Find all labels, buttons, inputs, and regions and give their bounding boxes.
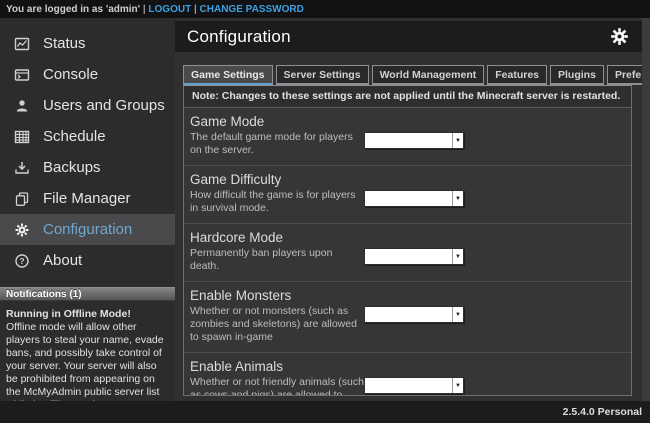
tab-world-management[interactable]: World Management	[372, 65, 485, 85]
setting-row-game-mode: Game Mode The default game mode for play…	[184, 108, 631, 166]
main-panel: Configuration Game Settings Server Setti…	[175, 18, 650, 401]
select-value	[365, 133, 452, 148]
setting-name: Game Mode	[190, 114, 621, 129]
setting-description: Whether or not monsters (such as zombies…	[190, 305, 364, 344]
notifications-header: Notifications (1)	[0, 287, 175, 301]
sidebar-item-label: Status	[43, 35, 86, 52]
logout-link[interactable]: LOGOUT	[148, 4, 191, 15]
setting-name: Hardcore Mode	[190, 230, 621, 245]
notification-item: Running in Offline Mode! Offline mode wi…	[0, 301, 175, 401]
settings-gear-icon[interactable]	[610, 27, 629, 46]
question-icon: ?	[14, 253, 30, 269]
sidebar-item-console[interactable]: Console	[0, 59, 175, 90]
chevron-down-icon: ▼	[452, 378, 463, 393]
setting-name: Game Difficulty	[190, 172, 621, 187]
content-area: Status Console Users and Groups	[0, 18, 650, 401]
console-icon	[14, 67, 30, 83]
select-value	[365, 307, 452, 322]
sidebar-menu: Status Console Users and Groups	[0, 18, 175, 276]
version-label: 2.5.4.0 Personal	[563, 406, 642, 418]
config-tabs: Game Settings Server Settings World Mana…	[183, 65, 632, 85]
setting-description: The default game mode for players on the…	[190, 131, 364, 157]
select-value	[365, 191, 452, 206]
sidebar-item-configuration[interactable]: Configuration	[0, 214, 175, 245]
setting-description: How difficult the game is for players in…	[190, 189, 364, 215]
restart-note: Note: Changes to these settings are not …	[184, 86, 631, 108]
setting-row-hardcore-mode: Hardcore Mode Permanently ban players up…	[184, 224, 631, 282]
sidebar-item-label: Users and Groups	[43, 97, 165, 114]
sidebar-item-label: Configuration	[43, 221, 132, 238]
setting-name: Enable Monsters	[190, 288, 621, 303]
scrollbar-track[interactable]	[642, 18, 650, 401]
sidebar-item-status[interactable]: Status	[0, 28, 175, 59]
notification-text: Offline mode will allow other players to…	[6, 321, 169, 401]
sidebar-item-label: Schedule	[43, 128, 106, 145]
page-header: Configuration	[175, 21, 642, 52]
sidebar-item-users-and-groups[interactable]: Users and Groups	[0, 90, 175, 121]
hardcore-mode-select[interactable]: ▼	[364, 248, 464, 265]
sidebar-item-label: File Manager	[43, 190, 131, 207]
game-mode-select[interactable]: ▼	[364, 132, 464, 149]
enable-monsters-select[interactable]: ▼	[364, 306, 464, 323]
sidebar-item-schedule[interactable]: Schedule	[0, 121, 175, 152]
users-icon	[14, 98, 30, 114]
chevron-down-icon: ▼	[452, 249, 463, 264]
select-value	[365, 249, 452, 264]
status-icon	[14, 36, 30, 52]
logged-in-text: You are logged in as 'admin'	[6, 4, 140, 15]
setting-description: Whether or not friendly animals (such as…	[190, 376, 364, 396]
sidebar-item-about[interactable]: ? About	[0, 245, 175, 276]
chevron-down-icon: ▼	[452, 133, 463, 148]
change-password-link[interactable]: CHANGE PASSWORD	[200, 4, 304, 15]
separator: |	[191, 4, 199, 15]
sidebar-item-backups[interactable]: Backups	[0, 152, 175, 183]
status-footer: 2.5.4.0 Personal	[0, 401, 650, 423]
sidebar-item-label: Console	[43, 66, 98, 83]
sidebar-item-label: About	[43, 252, 82, 269]
game-difficulty-select[interactable]: ▼	[364, 190, 464, 207]
file-manager-icon	[14, 191, 30, 207]
tab-server-settings[interactable]: Server Settings	[276, 65, 369, 85]
page-title: Configuration	[187, 27, 291, 47]
tab-features[interactable]: Features	[487, 65, 547, 85]
tab-plugins[interactable]: Plugins	[550, 65, 604, 85]
select-value	[365, 378, 452, 393]
setting-description: Permanently ban players upon death.	[190, 247, 364, 273]
sidebar-item-label: Backups	[43, 159, 101, 176]
tab-game-settings[interactable]: Game Settings	[183, 65, 273, 85]
svg-text:?: ?	[19, 256, 24, 266]
gear-icon	[14, 222, 30, 238]
chevron-down-icon: ▼	[452, 191, 463, 206]
login-status-bar: You are logged in as 'admin' | LOGOUT | …	[0, 0, 650, 18]
setting-row-game-difficulty: Game Difficulty How difficult the game i…	[184, 166, 631, 224]
schedule-icon	[14, 129, 30, 145]
settings-panel: Note: Changes to these settings are not …	[183, 85, 632, 396]
backups-icon	[14, 160, 30, 176]
setting-row-enable-animals: Enable Animals Whether or not friendly a…	[184, 353, 631, 396]
setting-name: Enable Animals	[190, 359, 621, 374]
mcmyadmin-app: You are logged in as 'admin' | LOGOUT | …	[0, 0, 650, 423]
enable-animals-select[interactable]: ▼	[364, 377, 464, 394]
sidebar: Status Console Users and Groups	[0, 18, 175, 401]
notification-title: Running in Offline Mode!	[6, 308, 169, 321]
setting-row-enable-monsters: Enable Monsters Whether or not monsters …	[184, 282, 631, 353]
sidebar-item-file-manager[interactable]: File Manager	[0, 183, 175, 214]
separator: |	[140, 4, 148, 15]
chevron-down-icon: ▼	[452, 307, 463, 322]
